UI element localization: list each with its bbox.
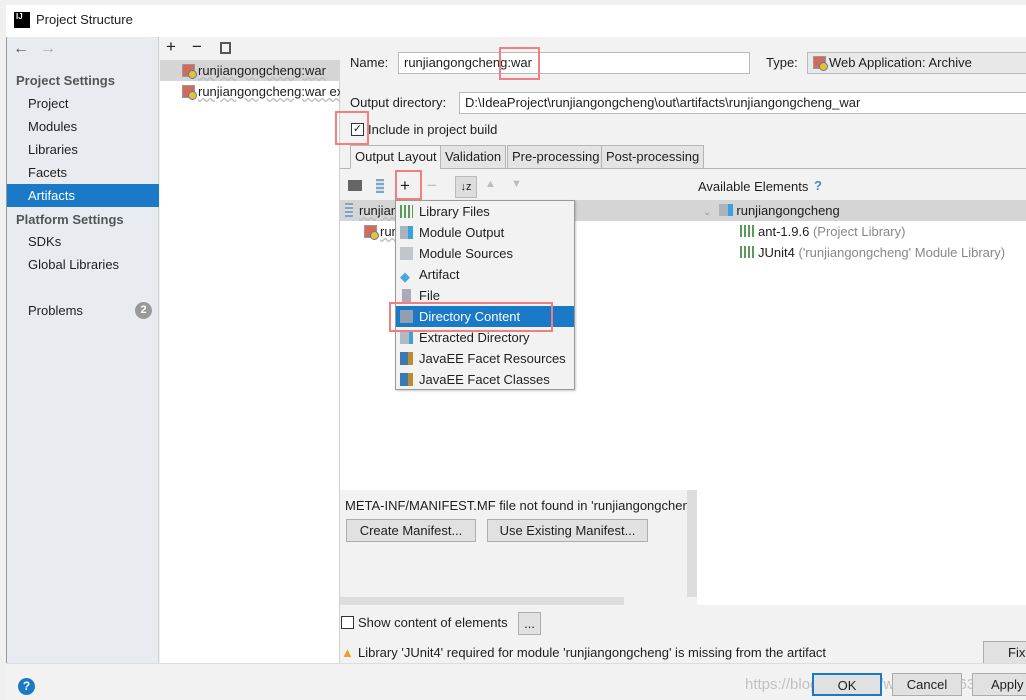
sidebar-item-libraries[interactable]: Libraries	[7, 138, 159, 161]
cancel-button[interactable]: Cancel	[892, 673, 962, 696]
type-label: Type:	[766, 55, 798, 70]
sidebar: ← → Project Settings Project Modules Lib…	[7, 37, 159, 663]
highlight-box	[499, 47, 540, 80]
sidebar-item-facets[interactable]: Facets	[7, 161, 159, 184]
menu-item-module-output[interactable]: Module Output	[396, 222, 574, 243]
sidebar-item-project[interactable]: Project	[7, 92, 159, 115]
available-module-item[interactable]: ⌄ runjiangongcheng	[697, 200, 1026, 221]
tab-validation[interactable]: Validation	[440, 145, 507, 169]
module-sources-icon	[400, 247, 413, 260]
sidebar-item-artifacts[interactable]: Artifacts	[7, 184, 159, 207]
library-icon	[740, 246, 754, 258]
artifact-icon: ◆	[400, 269, 410, 284]
library-icon	[400, 205, 413, 218]
war-artifact-icon	[182, 85, 197, 100]
use-existing-manifest-button[interactable]: Use Existing Manifest...	[487, 519, 648, 542]
window-title: Project Structure	[36, 12, 133, 27]
sidebar-item-global-libraries[interactable]: Global Libraries	[7, 253, 159, 276]
fix-button[interactable]: Fix...	[983, 641, 1026, 664]
add-icon[interactable]: +	[166, 37, 176, 57]
help-icon[interactable]: ?	[814, 178, 822, 193]
problems-count-badge: 2	[135, 302, 152, 319]
vertical-scrollbar[interactable]	[687, 490, 697, 597]
output-directory-input[interactable]: D:\IdeaProject\runjiangongcheng\out\arti…	[459, 92, 1026, 114]
highlight-box	[389, 302, 553, 332]
tab-post-processing[interactable]: Post-processing	[601, 145, 705, 169]
type-select[interactable]: Web Application: Archive	[807, 52, 1026, 74]
menu-item-library-files[interactable]: Library Files	[396, 201, 574, 222]
artifact-list-toolbar: + −	[160, 37, 340, 60]
menu-item-javaee-facet-classes[interactable]: JavaEE Facet Classes	[396, 369, 574, 390]
highlight-box	[395, 170, 422, 200]
module-folder-icon	[719, 204, 734, 216]
move-up-icon[interactable]: ▲	[485, 178, 496, 190]
chevron-down-icon: ⌄	[703, 207, 712, 218]
move-down-icon[interactable]: ▼	[511, 178, 522, 190]
name-label: Name:	[350, 55, 389, 70]
file-icon	[402, 289, 411, 302]
sidebar-item-sdks[interactable]: SDKs	[7, 230, 159, 253]
available-elements-tree: ⌄ runjiangongcheng ant-1.9.6 (Project Lib…	[697, 200, 1026, 605]
help-button[interactable]: ?	[18, 678, 35, 695]
javaee-facet-icon	[400, 352, 413, 365]
artifact-item[interactable]: runjiangongcheng:war	[160, 60, 340, 81]
sidebar-item-modules[interactable]: Modules	[7, 115, 159, 138]
warning-message: Library 'JUnit4' required for module 'ru…	[358, 645, 827, 660]
extracted-directory-icon	[400, 331, 413, 344]
create-manifest-button[interactable]: Create Manifest...	[346, 519, 476, 542]
horizontal-scrollbar[interactable]	[340, 597, 624, 605]
menu-item-artifact[interactable]: ◆ Artifact	[396, 264, 574, 285]
title-bar	[6, 5, 1026, 37]
artifact-list	[160, 37, 340, 663]
sort-icon[interactable]: ↓z	[455, 176, 477, 198]
war-artifact-icon	[364, 225, 379, 240]
forward-arrow-icon[interactable]: →	[40, 40, 56, 58]
tab-pre-processing[interactable]: Pre-processing	[507, 145, 605, 169]
show-content-options-button[interactable]: ...	[518, 612, 541, 635]
back-arrow-icon[interactable]: ←	[13, 40, 29, 58]
intellij-logo-icon: IJ	[14, 12, 30, 28]
artifact-item[interactable]: runjiangongcheng:war exploded	[160, 81, 340, 102]
project-settings-heading: Project Settings	[16, 73, 115, 88]
available-elements-title: Available Elements	[698, 179, 809, 194]
warning-icon: ▲	[341, 645, 354, 660]
available-library-item[interactable]: ant-1.9.6 (Project Library)	[697, 221, 1026, 242]
remove-element-icon[interactable]: −	[427, 176, 437, 196]
menu-item-javaee-facet-resources[interactable]: JavaEE Facet Resources	[396, 348, 574, 369]
module-output-icon	[400, 226, 413, 239]
show-content-checkbox[interactable]	[341, 616, 354, 629]
tab-output-layout[interactable]: Output Layout	[350, 145, 442, 169]
highlight-box	[335, 111, 369, 145]
archive-icon	[345, 203, 353, 217]
platform-settings-heading: Platform Settings	[16, 212, 124, 227]
include-in-build-label: Include in project build	[368, 122, 498, 137]
apply-button[interactable]: Apply	[972, 673, 1026, 696]
show-content-label: Show content of elements	[358, 615, 508, 630]
archive-icon[interactable]	[376, 179, 384, 193]
war-artifact-icon	[182, 64, 197, 79]
available-library-item[interactable]: JUnit4 ('runjiangongcheng' Module Librar…	[697, 242, 1026, 263]
javaee-facet-icon	[400, 373, 413, 386]
remove-icon[interactable]: −	[192, 37, 202, 57]
add-element-menu: Library Files Module Output Module Sourc…	[395, 200, 575, 390]
ok-button[interactable]: OK	[812, 673, 882, 696]
output-directory-label: Output directory:	[350, 95, 447, 110]
new-directory-icon[interactable]	[348, 180, 362, 191]
name-input[interactable]: runjiangongcheng:war	[398, 52, 750, 74]
copy-icon[interactable]	[220, 42, 231, 54]
war-artifact-icon	[813, 56, 828, 71]
manifest-message: META-INF/MANIFEST.MF file not found in '…	[345, 498, 695, 513]
library-icon	[740, 225, 754, 237]
menu-item-module-sources[interactable]: Module Sources	[396, 243, 574, 264]
